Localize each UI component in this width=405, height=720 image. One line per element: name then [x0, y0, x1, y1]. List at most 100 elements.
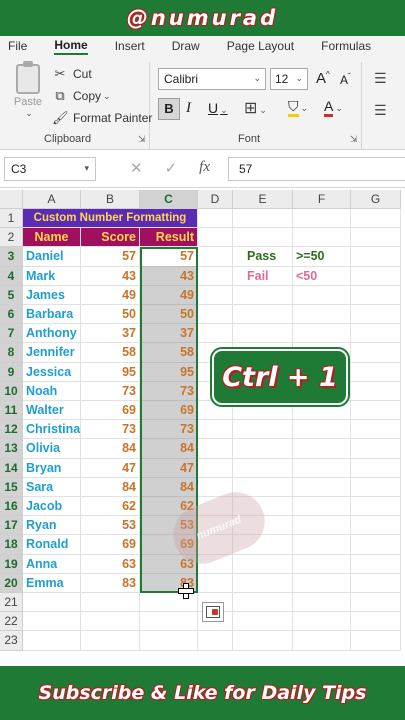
- score-cell[interactable]: 69: [81, 535, 140, 555]
- name-cell[interactable]: Christina: [23, 420, 81, 440]
- row-header-2[interactable]: 2: [0, 228, 23, 248]
- result-cell[interactable]: 49: [140, 285, 198, 305]
- align-top-icon[interactable]: ☰: [374, 70, 387, 87]
- empty-cell[interactable]: [81, 631, 140, 651]
- result-cell[interactable]: 69: [140, 401, 198, 421]
- tab-insert[interactable]: Insert: [115, 39, 145, 53]
- empty-cell[interactable]: [233, 209, 293, 229]
- empty-cell[interactable]: [293, 593, 351, 613]
- empty-cell[interactable]: [351, 631, 401, 651]
- underline-button[interactable]: U ⌄: [208, 100, 228, 116]
- table-title[interactable]: Custom Number Formatting: [23, 209, 198, 229]
- column-header-g[interactable]: G: [351, 190, 401, 209]
- empty-cell[interactable]: [198, 305, 233, 325]
- name-cell[interactable]: Daniel: [23, 247, 81, 267]
- empty-cell[interactable]: [293, 285, 351, 305]
- bold-button[interactable]: B: [158, 98, 180, 120]
- score-cell[interactable]: 95: [81, 362, 140, 382]
- empty-cell[interactable]: [293, 535, 351, 555]
- row-header-15[interactable]: 15: [0, 477, 23, 497]
- format-painter-button[interactable]: 🖌 Format Painter: [52, 110, 152, 126]
- column-header-e[interactable]: E: [233, 190, 293, 209]
- borders-button[interactable]: ⊞ ⌄: [244, 98, 267, 118]
- empty-cell[interactable]: [233, 593, 293, 613]
- name-cell[interactable]: James: [23, 285, 81, 305]
- empty-cell[interactable]: [351, 228, 401, 248]
- result-cell[interactable]: 84: [140, 477, 198, 497]
- empty-cell[interactable]: [293, 228, 351, 248]
- result-cell[interactable]: 58: [140, 343, 198, 363]
- empty-cell[interactable]: [198, 439, 233, 459]
- empty-cell[interactable]: [233, 573, 293, 593]
- row-header-21[interactable]: 21: [0, 593, 23, 613]
- empty-cell[interactable]: [351, 305, 401, 325]
- result-cell[interactable]: 37: [140, 324, 198, 344]
- empty-cell[interactable]: [293, 458, 351, 478]
- tab-draw[interactable]: Draw: [172, 39, 200, 53]
- name-cell[interactable]: Ryan: [23, 516, 81, 536]
- empty-cell[interactable]: [351, 497, 401, 517]
- tab-page-layout[interactable]: Page Layout: [227, 39, 294, 53]
- empty-cell[interactable]: [351, 324, 401, 344]
- row-header-11[interactable]: 11: [0, 401, 23, 421]
- dialog-launcher-icon[interactable]: ⇲: [138, 134, 146, 145]
- name-cell[interactable]: Emma: [23, 573, 81, 593]
- row-header-20[interactable]: 20: [0, 573, 23, 593]
- result-cell[interactable]: 57: [140, 247, 198, 267]
- empty-cell[interactable]: [81, 612, 140, 632]
- font-color-button[interactable]: A ⌄: [324, 98, 343, 117]
- empty-cell[interactable]: [351, 477, 401, 497]
- empty-cell[interactable]: [23, 612, 81, 632]
- row-header-22[interactable]: 22: [0, 612, 23, 632]
- empty-cell[interactable]: [351, 343, 401, 363]
- empty-cell[interactable]: [351, 381, 401, 401]
- score-cell[interactable]: 73: [81, 381, 140, 401]
- score-cell[interactable]: 62: [81, 497, 140, 517]
- empty-cell[interactable]: [233, 285, 293, 305]
- enter-icon[interactable]: ✓: [165, 159, 178, 177]
- empty-cell[interactable]: [198, 228, 233, 248]
- name-cell[interactable]: Ronald: [23, 535, 81, 555]
- shrink-font-button[interactable]: Aˇ: [340, 72, 351, 87]
- empty-cell[interactable]: [198, 324, 233, 344]
- empty-cell[interactable]: [198, 285, 233, 305]
- empty-cell[interactable]: [233, 631, 293, 651]
- score-cell[interactable]: 73: [81, 420, 140, 440]
- row-header-12[interactable]: 12: [0, 420, 23, 440]
- empty-cell[interactable]: [293, 631, 351, 651]
- empty-cell[interactable]: [198, 209, 233, 229]
- score-cell[interactable]: 83: [81, 573, 140, 593]
- font-family-select[interactable]: Calibri ⌄: [158, 68, 266, 90]
- empty-cell[interactable]: [351, 535, 401, 555]
- empty-cell[interactable]: [233, 324, 293, 344]
- empty-cell[interactable]: [293, 573, 351, 593]
- result-cell[interactable]: 84: [140, 439, 198, 459]
- column-header-c[interactable]: C: [140, 190, 198, 209]
- name-cell[interactable]: Anna: [23, 554, 81, 574]
- insert-function-icon[interactable]: fx: [199, 159, 210, 177]
- empty-cell[interactable]: [293, 209, 351, 229]
- fill-color-button[interactable]: ⛉ ⌄: [288, 98, 308, 117]
- quick-analysis-button[interactable]: [202, 602, 224, 622]
- row-header-4[interactable]: 4: [0, 266, 23, 286]
- empty-cell[interactable]: [351, 247, 401, 267]
- result-cell[interactable]: 73: [140, 420, 198, 440]
- name-cell[interactable]: Mark: [23, 266, 81, 286]
- formula-input[interactable]: 57: [228, 157, 405, 181]
- row-header-13[interactable]: 13: [0, 439, 23, 459]
- row-header-6[interactable]: 6: [0, 305, 23, 325]
- empty-cell[interactable]: [233, 305, 293, 325]
- score-cell[interactable]: 63: [81, 554, 140, 574]
- column-header-d[interactable]: D: [198, 190, 233, 209]
- empty-cell[interactable]: [351, 593, 401, 613]
- header-name[interactable]: Name: [23, 228, 81, 248]
- empty-cell[interactable]: [23, 593, 81, 613]
- paste-button[interactable]: Paste ⌄: [10, 61, 46, 119]
- empty-cell[interactable]: [351, 458, 401, 478]
- row-header-3[interactable]: 3: [0, 247, 23, 267]
- empty-cell[interactable]: [351, 439, 401, 459]
- empty-cell[interactable]: [293, 516, 351, 536]
- score-cell[interactable]: 53: [81, 516, 140, 536]
- empty-cell[interactable]: [293, 324, 351, 344]
- empty-cell[interactable]: [233, 458, 293, 478]
